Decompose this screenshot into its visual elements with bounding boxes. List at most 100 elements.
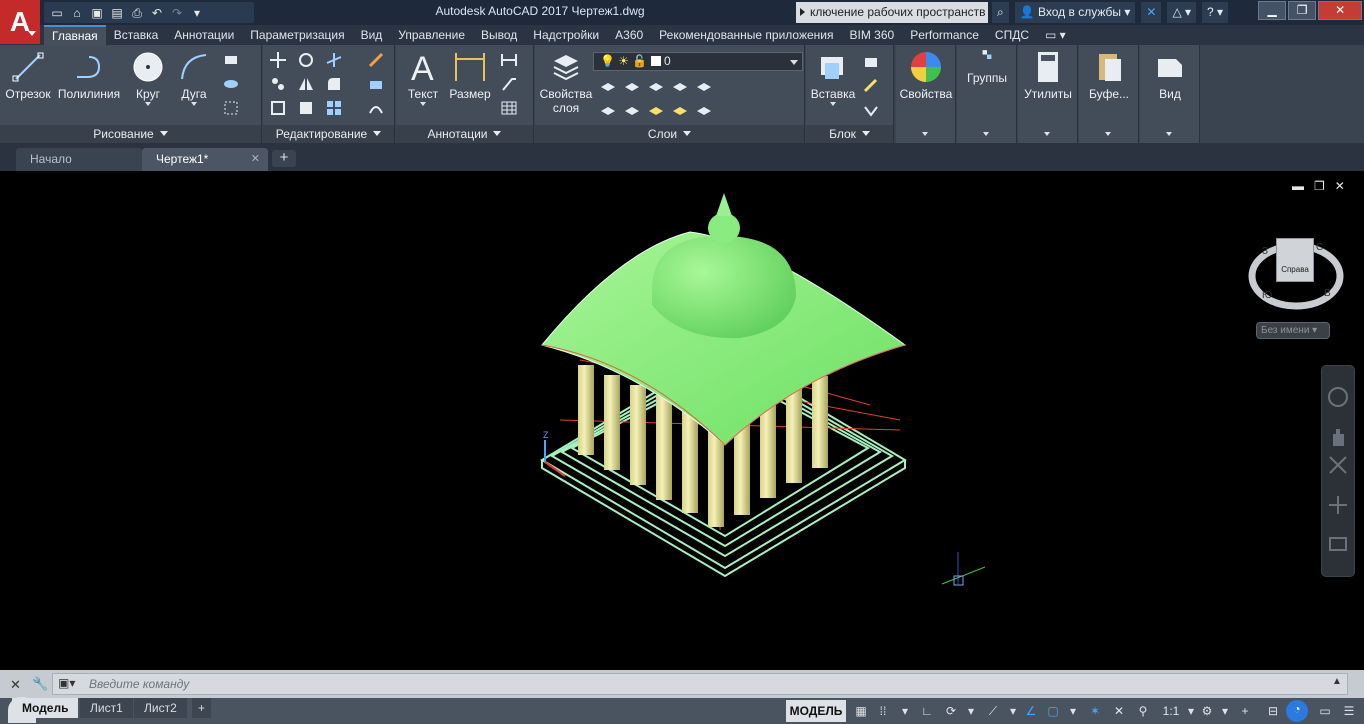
create-block-icon[interactable] [862,53,880,71]
print-icon[interactable]: ⎙ [130,6,144,20]
view-button[interactable]: Вид [1140,49,1200,101]
exchange-apps-icon[interactable]: ✕ [1141,2,1162,23]
units-icon[interactable]: ⊟ [1264,702,1282,720]
grid-icon[interactable]: ▦ [852,702,870,720]
annotation-scale-icon[interactable]: ⚲ [1134,702,1152,720]
hardware-acceleration-icon[interactable]: ◔ [1286,700,1308,722]
linear-dim-icon[interactable] [500,51,518,69]
help-icon[interactable]: ? ▾ [1202,2,1229,23]
clipboard-panel[interactable]: Буфе... [1079,45,1139,143]
mirror-icon[interactable] [297,75,315,93]
customize-icon[interactable]: 🔧 [32,676,48,692]
add-layout-icon[interactable]: + [192,698,212,718]
polar-dropdown-icon[interactable]: ▾ [962,702,980,720]
viewport-restore-icon[interactable]: ❐ [1314,179,1325,195]
layer-tool-3-icon[interactable] [647,77,665,95]
viewcube[interactable]: Справа С Ю В З [1246,230,1346,310]
tab-drawing1[interactable]: Чертеж1* ✕ [142,148,268,171]
tab-annotate[interactable]: Аннотации [166,25,242,45]
isodraft-dropdown-icon[interactable]: ▾ [1004,702,1022,720]
tab-layout1[interactable]: Лист1 [80,698,133,718]
workspace-dropdown-icon[interactable]: ▾ [1216,702,1234,720]
compass-south[interactable]: Ю [1262,290,1272,301]
command-prompt-icon[interactable]: ▣▾ [58,676,75,690]
autoscale-icon[interactable]: ✕ [1110,702,1128,720]
tab-model[interactable]: Модель [12,698,79,718]
array-icon[interactable] [325,99,343,117]
groups-panel[interactable]: Группы [957,45,1017,143]
insert-block-button[interactable]: Вставка [808,49,858,109]
object-snap-tracking-icon[interactable]: ∠ [1022,702,1040,720]
tab-manage[interactable]: Управление [390,25,473,45]
viewport-close-icon[interactable]: ✕ [1335,179,1345,195]
rectangle-icon[interactable] [222,51,240,69]
command-input[interactable]: Введите команду [52,673,1348,695]
layer-tool-8-icon[interactable] [647,101,665,119]
polyline-button[interactable]: Полилиния [56,49,122,101]
explode-icon[interactable] [367,75,385,93]
tab-parametric[interactable]: Параметризация [242,25,352,45]
snap-icon[interactable]: ⁞⁞ [874,702,892,720]
tab-spds[interactable]: СПДС [987,25,1037,45]
fillet-icon[interactable] [325,75,343,93]
arc-button[interactable]: Дуга [174,49,214,109]
tab-view[interactable]: Вид [353,25,391,45]
compass-west[interactable]: З [1262,246,1268,257]
stretch-icon[interactable] [269,99,287,117]
compass-east[interactable]: В [1324,288,1331,299]
save-as-icon[interactable]: ▤ [110,6,124,20]
ortho-icon[interactable]: ∟ [918,702,936,720]
block-panel-title[interactable]: Блок [806,125,893,143]
isodraft-icon[interactable]: ⟋ [984,702,1002,720]
ribbon-minimize-icon[interactable]: ▭ ▾ [1037,25,1074,45]
tab-home[interactable]: Главная [44,25,106,45]
search-icon[interactable]: ⌕ [992,2,1009,23]
layer-tool-1-icon[interactable] [599,77,617,95]
layer-properties-button[interactable]: Свойства слоя [537,49,595,115]
object-snap-icon[interactable]: ▢ [1044,702,1062,720]
tab-bim360[interactable]: BIM 360 [842,25,903,45]
workspace-switch[interactable]: ключение рабочих пространств [796,2,988,23]
dimension-button[interactable]: Размер [448,49,492,101]
redo-icon[interactable]: ↷ [170,6,184,20]
orbit-icon[interactable] [1327,494,1349,516]
new-file-icon[interactable]: ▭ [50,6,64,20]
undo-icon[interactable]: ↶ [150,6,164,20]
showmotion-icon[interactable] [1327,532,1349,554]
layer-tool-10-icon[interactable] [695,101,713,119]
save-icon[interactable]: ▣ [90,6,104,20]
zoom-extents-icon[interactable] [1327,454,1349,476]
viewport-minimize-icon[interactable]: ▬ [1292,179,1304,195]
tab-start[interactable]: Начало [16,148,142,171]
new-tab-button[interactable]: + [272,150,296,167]
scale-icon[interactable] [297,99,315,117]
annotation-visibility-icon[interactable]: ✶ [1086,702,1104,720]
tab-a360[interactable]: A360 [607,25,651,45]
layer-tool-6-icon[interactable] [599,101,617,119]
region-icon[interactable] [222,99,240,117]
application-menu-button[interactable]: A [0,0,40,44]
layer-tool-4-icon[interactable] [671,77,689,95]
minimize-icon[interactable]: ▁ [1258,1,1287,20]
snap-dropdown-icon[interactable]: ▾ [896,702,914,720]
trim-icon[interactable] [325,51,343,69]
restore-icon[interactable]: ❐ [1288,1,1317,20]
draw-panel-title[interactable]: Рисование [0,125,261,143]
groups-button[interactable]: Группы [957,49,1017,85]
move-icon[interactable] [269,51,287,69]
drawing-viewport[interactable]: Z [0,171,1364,669]
clipboard-button[interactable]: Буфе... [1079,49,1139,101]
wcs-dropdown[interactable]: Без имени ▾ [1256,322,1330,339]
viewcube-face[interactable]: Справа [1276,238,1314,282]
model-space-button[interactable]: МОДЕЛЬ [786,700,846,722]
layer-tool-5-icon[interactable] [695,77,713,95]
rotate-icon[interactable] [297,51,315,69]
text-button[interactable]: A Текст [402,49,444,109]
polar-icon[interactable]: ⟳ [942,702,960,720]
line-button[interactable]: Отрезок [4,49,52,101]
customize-qat-icon[interactable]: ▾ [190,6,204,20]
modify-panel-title[interactable]: Редактирование [263,125,394,143]
open-file-icon[interactable]: ⌂ [70,6,84,20]
clean-screen-icon[interactable]: ▭ [1316,702,1334,720]
properties-panel[interactable]: Свойства [896,45,956,143]
